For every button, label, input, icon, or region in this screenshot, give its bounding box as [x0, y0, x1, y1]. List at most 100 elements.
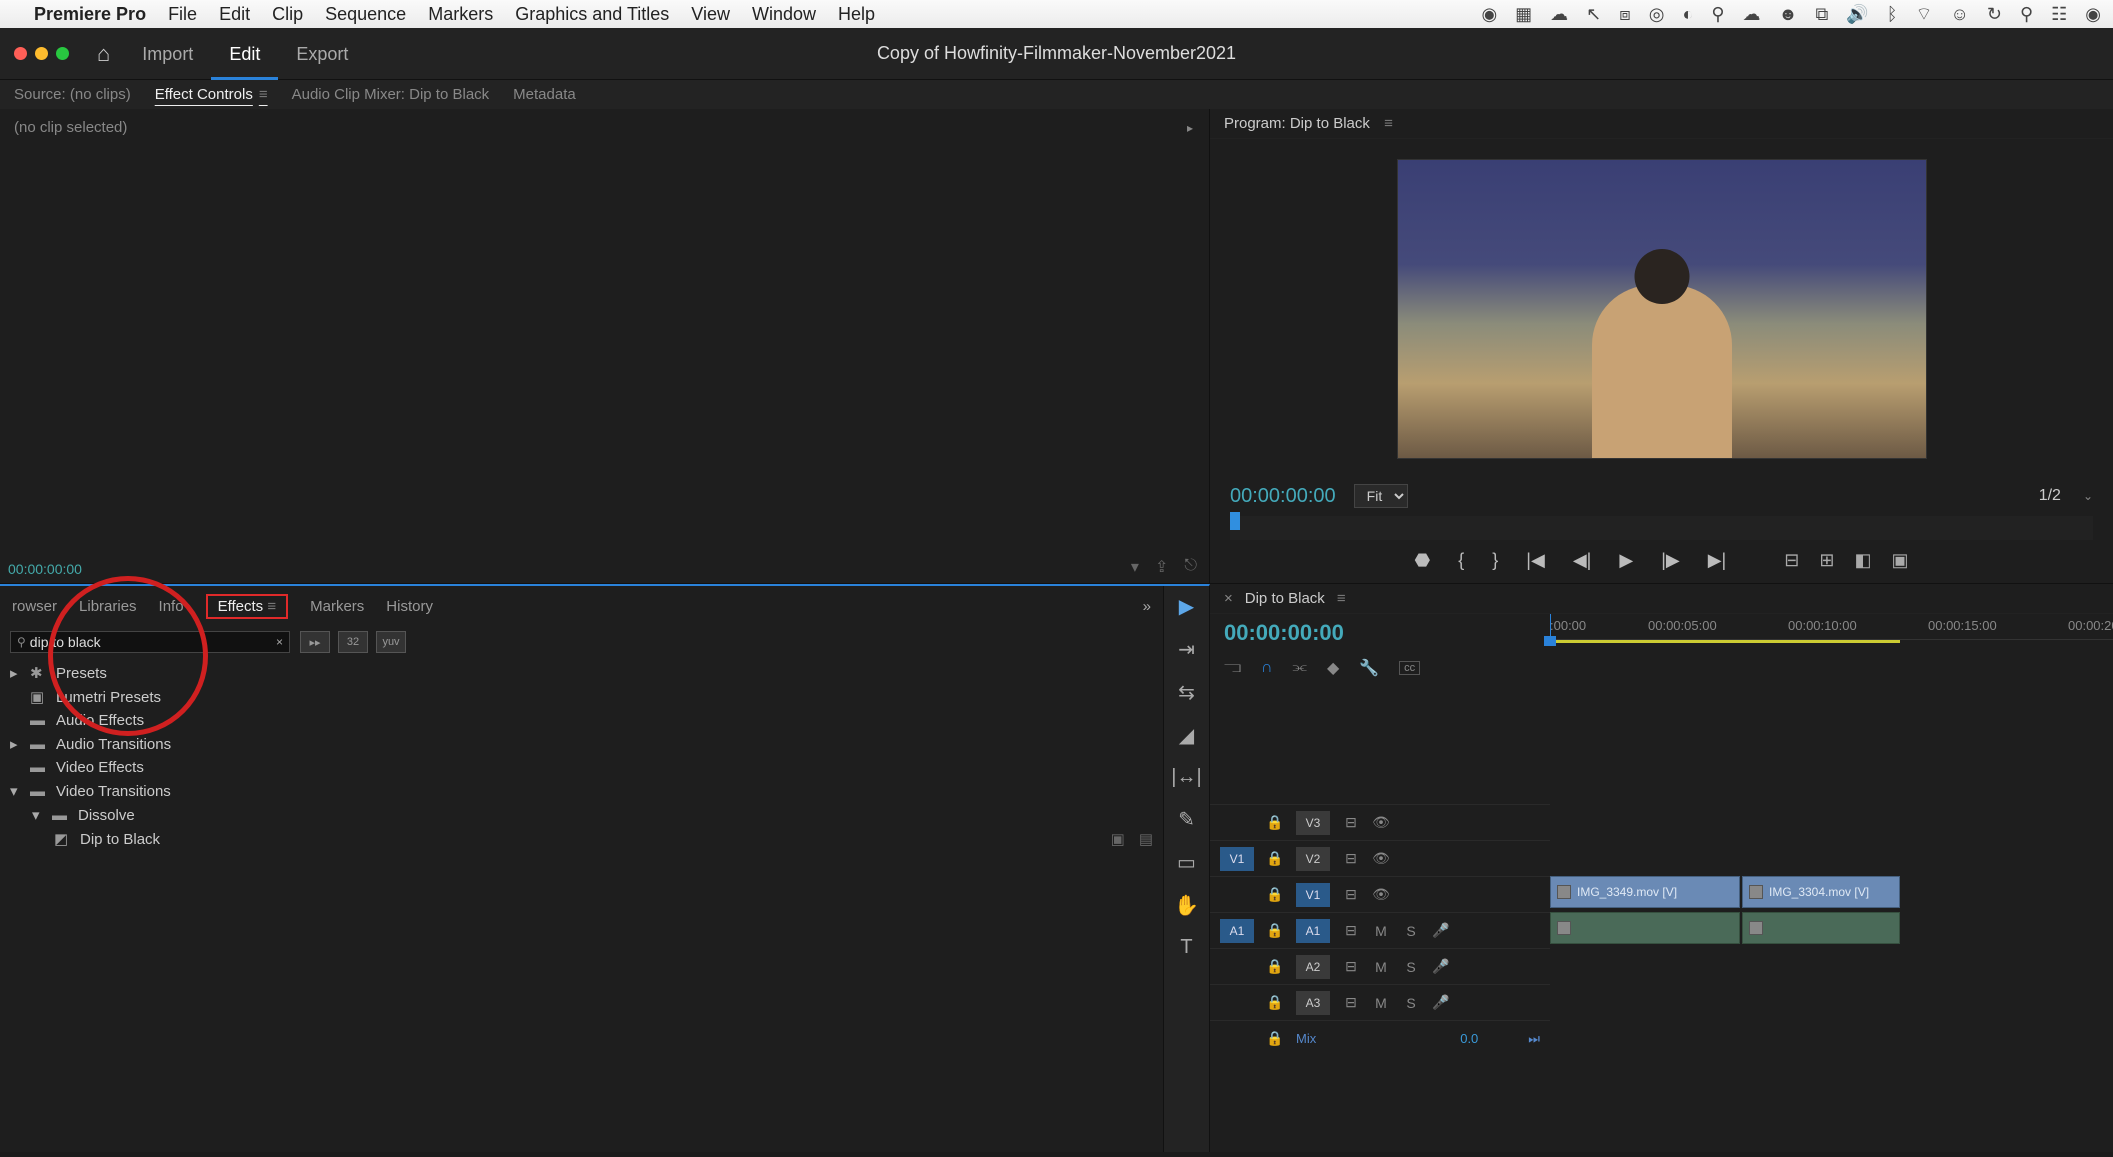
panel-menu-icon[interactable]: ≡	[1337, 590, 1346, 607]
minimize-window-icon[interactable]	[35, 47, 48, 60]
menu-window[interactable]: Window	[752, 4, 816, 25]
screens-icon[interactable]: ⧉	[1815, 4, 1828, 25]
tab-metadata[interactable]: Metadata	[513, 86, 576, 103]
tree-video-effects[interactable]: ▬Video Effects	[10, 756, 1153, 779]
timeline-ruler[interactable]: :00:00 00:00:05:00 00:00:10:00 00:00:15:…	[1550, 614, 2113, 640]
record-icon[interactable]: ◎	[1649, 4, 1665, 25]
mode-edit[interactable]: Edit	[211, 28, 278, 80]
lock-icon[interactable]: 🔒	[1266, 850, 1284, 867]
bracket-out-icon[interactable]: }	[1492, 550, 1498, 571]
close-window-icon[interactable]	[14, 47, 27, 60]
clock-icon[interactable]: ↻	[1987, 4, 2002, 25]
search-tray-icon[interactable]: ⚲	[1711, 4, 1724, 25]
accelerated-filter-icon[interactable]: ▸▸	[300, 631, 330, 653]
solo-icon[interactable]: S	[1402, 995, 1420, 1011]
track-target[interactable]: A1	[1296, 919, 1330, 943]
slip-tool-icon[interactable]: |↔|	[1171, 766, 1201, 789]
tab-effects[interactable]: Effects ≡	[206, 594, 289, 619]
32bit-filter-icon[interactable]: 32	[338, 631, 368, 653]
lock-icon[interactable]: 🔒	[1266, 886, 1284, 903]
razor-tool-icon[interactable]: ◢	[1179, 723, 1194, 748]
tree-presets[interactable]: ▸✱Presets	[10, 661, 1153, 685]
video-clip[interactable]: IMG_3349.mov [V]	[1550, 876, 1740, 908]
sync-lock-icon[interactable]: ⊟	[1342, 922, 1360, 939]
type-tool-icon[interactable]: T	[1180, 936, 1192, 959]
speaker-icon[interactable]: ⏭	[1528, 1031, 1540, 1047]
camera-icon[interactable]: ◧	[1854, 550, 1871, 571]
solo-icon[interactable]: S	[1402, 959, 1420, 975]
tab-media-browser[interactable]: rowser	[12, 598, 57, 615]
program-scrub-bar[interactable]	[1230, 516, 2093, 540]
mix-value[interactable]: 0.0	[1460, 1031, 1478, 1046]
track-header-a1[interactable]: A1🔒A1⊟MS🎤	[1210, 912, 1550, 948]
zoom-dropdown-icon[interactable]: ⌄	[2083, 489, 2093, 503]
source-patch[interactable]: A1	[1220, 919, 1254, 943]
track-target[interactable]: V2	[1296, 847, 1330, 871]
pen-tool-icon[interactable]: ✎	[1178, 807, 1195, 832]
lift-icon[interactable]: ⊟	[1784, 550, 1799, 571]
tab-source[interactable]: Source: (no clips)	[14, 86, 131, 103]
menu-edit[interactable]: Edit	[219, 4, 250, 25]
work-area-bar[interactable]	[1550, 640, 1900, 643]
eye-icon[interactable]: 👁	[1372, 814, 1390, 831]
panel-menu-icon[interactable]: ≡	[267, 598, 276, 615]
yuv-filter-icon[interactable]: yuv	[376, 631, 406, 653]
lock-icon[interactable]: 🔒	[1266, 814, 1284, 831]
close-sequence-icon[interactable]: ×	[1224, 590, 1233, 607]
user-icon[interactable]: ☺	[1950, 4, 1968, 25]
track-header-v3[interactable]: 🔒V3⊟👁	[1210, 804, 1550, 840]
tab-history[interactable]: History	[386, 598, 433, 615]
track-header-a3[interactable]: 🔒A3⊟MS🎤	[1210, 984, 1550, 1020]
track-header-v1[interactable]: 🔒V1⊟👁	[1210, 876, 1550, 912]
settings-icon[interactable]: 🔧	[1359, 658, 1379, 678]
spotlight-icon[interactable]: ⚲	[2020, 4, 2033, 25]
tab-markers[interactable]: Markers	[310, 598, 364, 615]
track-header-v2[interactable]: V1🔒V2⊟👁	[1210, 840, 1550, 876]
tab-audio-mixer[interactable]: Audio Clip Mixer: Dip to Black	[292, 86, 490, 103]
audio-clip[interactable]	[1742, 912, 1900, 944]
mic-icon[interactable]: 🎤	[1432, 922, 1450, 939]
panel-menu-icon[interactable]: ≡	[259, 86, 268, 103]
obs-icon[interactable]: ◉	[1481, 4, 1497, 25]
tree-dip-to-black[interactable]: ◩Dip to Black ▣▤	[10, 827, 1153, 851]
track-select-tool-icon[interactable]: ⇥	[1178, 637, 1195, 662]
lock-icon[interactable]: 🔒	[1266, 958, 1284, 975]
export-frame-icon[interactable]: ⎋	[1184, 557, 1197, 577]
menu-clip[interactable]: Clip	[272, 4, 303, 25]
panel-menu-icon[interactable]: ≡	[1384, 115, 1393, 132]
share-icon[interactable]: ⇪	[1155, 557, 1168, 577]
tree-lumetri[interactable]: ▣Lumetri Presets	[10, 685, 1153, 709]
menu-file[interactable]: File	[168, 4, 197, 25]
timeline-timecode[interactable]: 00:00:00:00	[1224, 620, 1344, 645]
linked-selection-icon[interactable]: ⫘	[1293, 659, 1307, 677]
hand-tool-icon[interactable]: ✋	[1174, 893, 1199, 918]
go-to-in-icon[interactable]: |◀	[1526, 550, 1545, 571]
overflow-icon[interactable]: »	[1143, 598, 1151, 615]
bluetooth-icon[interactable]: ᛒ	[1887, 4, 1898, 25]
avatar-tray-icon[interactable]: ☻	[1779, 4, 1798, 25]
tree-dissolve[interactable]: ▾▬Dissolve	[10, 803, 1153, 827]
app-name-menu[interactable]: Premiere Pro	[34, 4, 146, 25]
mode-import[interactable]: Import	[124, 28, 211, 80]
video-clip[interactable]: IMG_3304.mov [V]	[1742, 876, 1900, 908]
lock-icon[interactable]: 🔒	[1266, 922, 1284, 939]
step-back-icon[interactable]: ◀|	[1573, 550, 1592, 571]
mute-icon[interactable]: M	[1372, 923, 1390, 939]
go-to-out-icon[interactable]: ▶|	[1708, 550, 1727, 571]
mic-icon[interactable]: 🎤	[1432, 958, 1450, 975]
selection-tool-icon[interactable]: ▶	[1179, 594, 1194, 619]
sync-lock-icon[interactable]: ⊟	[1342, 850, 1360, 867]
extract-icon[interactable]: ⊞	[1819, 550, 1834, 571]
program-zoom[interactable]: 1/2	[2039, 487, 2061, 505]
filter-icon[interactable]: ▾	[1131, 557, 1139, 577]
lock-icon[interactable]: 🔒	[1266, 1030, 1284, 1047]
menu-view[interactable]: View	[691, 4, 730, 25]
sync-lock-icon[interactable]: ⊟	[1342, 958, 1360, 975]
mute-icon[interactable]: M	[1372, 995, 1390, 1011]
track-header-mix[interactable]: 🔒Mix0.0⏭	[1210, 1020, 1550, 1056]
rectangle-tool-icon[interactable]: ▭	[1177, 850, 1196, 875]
tree-audio-transitions[interactable]: ▸▬Audio Transitions	[10, 732, 1153, 756]
collapse-arrow-icon[interactable]: ▸	[1187, 121, 1193, 135]
menu-sequence[interactable]: Sequence	[325, 4, 406, 25]
tree-video-transitions[interactable]: ▾▬Video Transitions	[10, 779, 1153, 803]
